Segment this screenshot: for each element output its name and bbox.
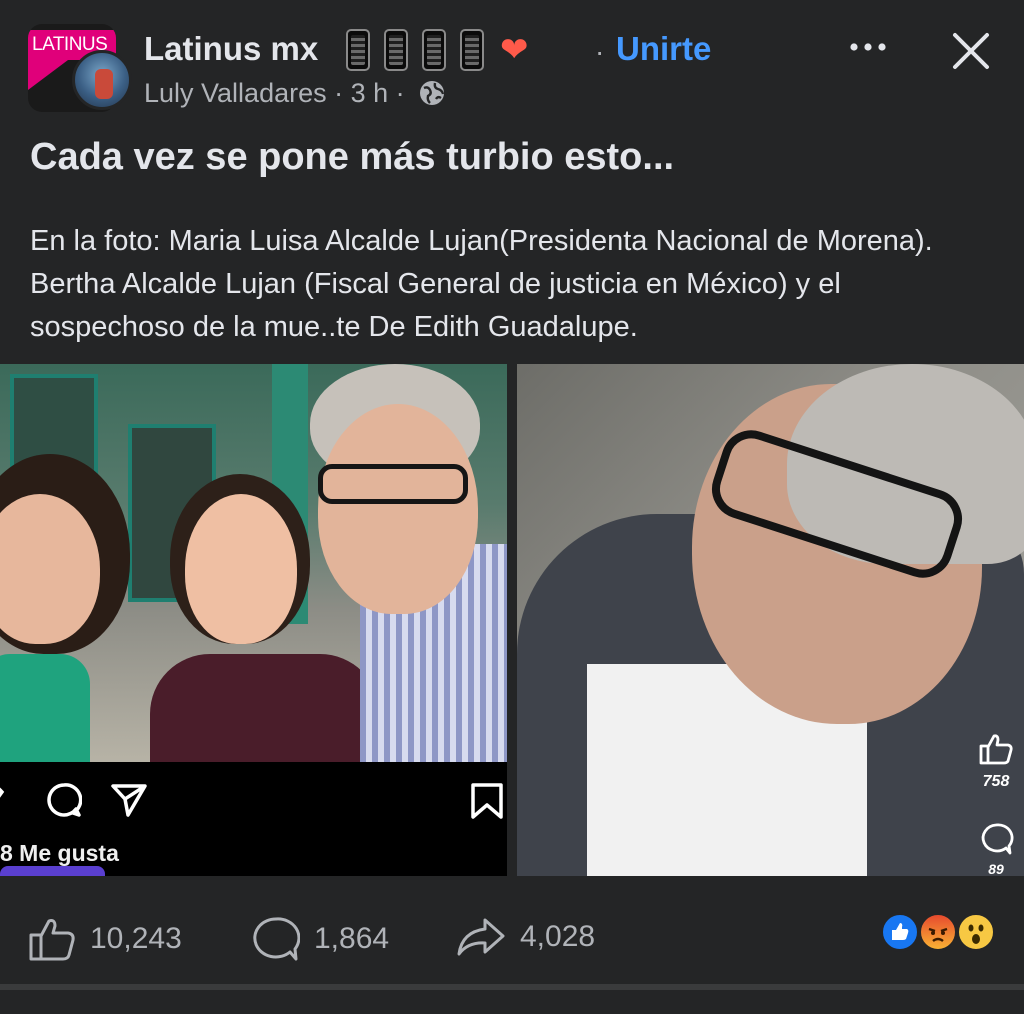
- thumbs-up-icon: [29, 919, 75, 961]
- mobile-phone-icon: [460, 29, 484, 71]
- post-divider: [0, 984, 1024, 990]
- embedded-like-counter: 758: [974, 732, 1018, 791]
- group-logo-shape: [28, 60, 68, 90]
- wow-reaction-icon: [956, 912, 996, 952]
- embedded-comment-count: 89: [988, 861, 1004, 876]
- author-line: Luly Valladares · 3 h ·: [144, 78, 446, 109]
- instagram-action-bar: 8 Me gusta: [0, 762, 507, 876]
- globe-icon[interactable]: [418, 79, 446, 107]
- mobile-phone-icon: [384, 29, 408, 71]
- embedded-like-count: 758: [982, 773, 1010, 790]
- share-button[interactable]: 4,028: [456, 916, 595, 958]
- reaction-summary[interactable]: [880, 912, 1000, 952]
- person-face: [185, 494, 297, 644]
- instagram-action-icons: [0, 782, 148, 818]
- separator-dot: ·: [595, 36, 605, 67]
- comment-button[interactable]: 1,864: [252, 916, 389, 962]
- author-avatar[interactable]: [72, 50, 132, 110]
- person-shirt: [0, 654, 90, 762]
- person-dress: [150, 654, 380, 762]
- join-group-link[interactable]: Unirte: [616, 30, 711, 68]
- embedded-comment-counter: 89: [974, 822, 1018, 876]
- post-action-bar: 10,243 1,864 4,028: [0, 880, 1024, 980]
- instagram-bookmark-icon[interactable]: [469, 782, 505, 820]
- post-body: En la foto: Maria Luisa Alcalde Lujan(Pr…: [30, 225, 933, 343]
- share-icon: [457, 918, 505, 956]
- post-header: LATINUS Latinus mx ❤ · Unirte Luly Valla…: [0, 0, 1024, 120]
- photo-scene: [0, 364, 507, 762]
- angry-reaction-icon: [918, 912, 958, 952]
- comment-icon: [253, 917, 300, 961]
- author-name-and-time[interactable]: Luly Valladares · 3 h ·: [144, 78, 405, 108]
- close-icon[interactable]: [950, 30, 992, 72]
- person-face: [318, 404, 478, 614]
- glasses: [318, 464, 468, 504]
- like-button[interactable]: 10,243: [28, 916, 182, 962]
- post-image-left[interactable]: 8 Me gusta: [0, 364, 507, 876]
- like-reaction-icon: [880, 912, 920, 952]
- mobile-phone-icon: [422, 29, 446, 71]
- comment-icon: [981, 823, 1014, 855]
- post-title: Cada vez se pone más turbio esto...: [30, 136, 675, 178]
- comment-count: 1,864: [314, 922, 390, 955]
- share-count: 4,028: [520, 920, 596, 953]
- instagram-share-icon[interactable]: [110, 782, 148, 818]
- thumbs-up-icon: [979, 734, 1013, 765]
- instagram-story-ring: [0, 866, 105, 876]
- group-name-emojis: ❤: [346, 28, 529, 72]
- instagram-likes: 8 Me gusta: [0, 840, 119, 866]
- group-name[interactable]: Latinus mx: [144, 30, 318, 68]
- heart-on-fire-icon: ❤: [500, 31, 529, 69]
- instagram-comment-icon[interactable]: [46, 782, 82, 818]
- instagram-heart-icon[interactable]: [0, 782, 18, 816]
- mobile-phone-icon: [346, 29, 370, 71]
- post-image-right[interactable]: 758 89: [517, 364, 1024, 876]
- more-options-icon[interactable]: [848, 32, 888, 62]
- like-count: 10,243: [90, 922, 182, 955]
